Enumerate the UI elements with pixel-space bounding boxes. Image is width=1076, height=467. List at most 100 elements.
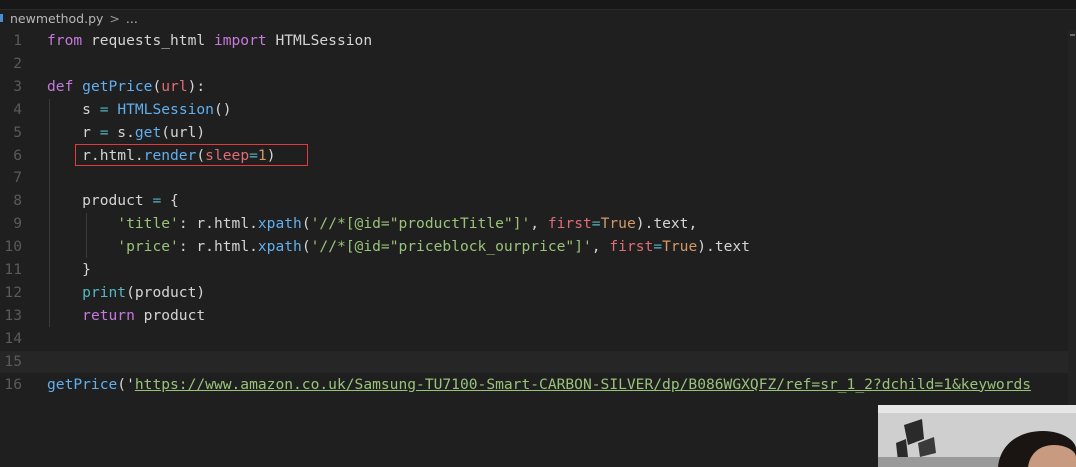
breadcrumb-separator: > (109, 11, 120, 26)
code-line[interactable]: 12 print(product) (0, 282, 1068, 305)
code-line[interactable]: 15 (0, 350, 1068, 374)
code-token: ): (187, 77, 206, 95)
code-token: (product) (126, 283, 206, 301)
webcam-overlay (878, 405, 1076, 467)
scrollbar-marker (1070, 34, 1075, 36)
code-line[interactable]: 6 r.html.render(sleep=1) (0, 145, 1068, 168)
code-editor[interactable]: 1 from requests_html import HTMLSession 2 3… (0, 30, 1068, 467)
code-token: sleep (205, 146, 250, 164)
editor-tab-strip (0, 0, 1076, 10)
code-line[interactable]: 14 (0, 328, 1068, 351)
line-number: 1 (13, 32, 22, 49)
line-number: 4 (13, 100, 22, 118)
line-number: 13 (4, 306, 22, 324)
code-line[interactable]: 3 def getPrice(url): (0, 76, 1068, 99)
line-number: 9 (13, 215, 22, 233)
code-token: True (662, 238, 698, 256)
line-number: 7 (13, 169, 22, 187)
code-text[interactable]: print(product) (47, 282, 205, 305)
code-token: , (591, 238, 610, 256)
code-token: 'title' (117, 215, 179, 233)
code-line[interactable]: 8 product = { (0, 190, 1068, 213)
code-token: https://www.amazon.co.uk/Samsung-TU7100-… (134, 375, 1032, 393)
code-token: import (213, 32, 267, 49)
code-token: from (47, 32, 83, 49)
code-token: HTMLSession (117, 100, 214, 118)
code-text[interactable]: getPrice('https://www.amazon.co.uk/Samsu… (47, 374, 1031, 397)
breadcrumb-file[interactable]: newmethod.py (10, 11, 103, 26)
python-file-icon (0, 11, 7, 23)
line-number: 5 (13, 123, 22, 141)
code-text[interactable]: product = { (47, 190, 179, 213)
line-number: 2 (13, 54, 22, 72)
code-text[interactable]: 'title': r.html.xpath('//*[@id="productT… (47, 213, 697, 236)
line-number: 12 (4, 283, 22, 301)
code-line[interactable]: 4 s = HTMLSession() (0, 99, 1068, 122)
vertical-scrollbar[interactable] (1068, 30, 1076, 467)
code-token: { (161, 192, 179, 210)
line-number: 15 (4, 352, 22, 370)
line-number: 11 (4, 261, 22, 278)
line-number: 3 (13, 77, 22, 95)
indent-guide (49, 99, 50, 327)
breadcrumb-trail[interactable]: ... (126, 11, 138, 26)
code-token: 1 (257, 146, 267, 164)
code-token: (' (117, 375, 135, 393)
code-text[interactable]: return product (47, 305, 205, 328)
code-line[interactable]: 10 'price': r.html.xpath('//*[@id="price… (0, 236, 1068, 259)
line-number: 10 (4, 238, 22, 256)
code-token: r.html. (47, 146, 144, 164)
code-token: () (213, 100, 232, 118)
code-text[interactable]: r = s.get(url) (47, 122, 205, 145)
code-text[interactable]: 'price': r.html.xpath('//*[@id="priceblo… (47, 236, 750, 259)
code-token: xpath (257, 238, 302, 256)
code-line[interactable]: 9 'title': r.html.xpath('//*[@id="produc… (0, 213, 1068, 236)
code-token: first (547, 215, 592, 233)
code-text[interactable]: } (47, 259, 91, 282)
code-token: r (47, 123, 100, 141)
code-token: = (249, 146, 258, 164)
code-line[interactable]: 11 } (0, 259, 1068, 282)
code-token: = (591, 215, 601, 233)
code-token: } (47, 261, 91, 278)
line-number: 6 (13, 146, 22, 164)
code-token: product (134, 306, 206, 324)
code-token: = (653, 238, 663, 256)
code-text[interactable]: def getPrice(url): (47, 76, 205, 99)
code-token: xpath (257, 215, 302, 233)
code-token: getPrice (47, 375, 118, 393)
code-token: ) (266, 146, 276, 164)
code-token: print (82, 283, 127, 301)
code-text[interactable]: from requests_html import HTMLSession (47, 30, 372, 53)
code-token: s (47, 100, 100, 118)
code-token: : r.html. (178, 215, 258, 233)
code-text[interactable]: s = HTMLSession() (47, 99, 232, 122)
code-line[interactable]: 1 from requests_html import HTMLSession (0, 30, 1068, 53)
code-line[interactable]: 5 r = s.get(url) (0, 122, 1068, 145)
code-token: def (47, 77, 74, 95)
code-line[interactable]: 16 getPrice('https://www.amazon.co.uk/Sam… (0, 374, 1068, 397)
code-token: ( (301, 238, 311, 256)
code-text[interactable]: r.html.render(sleep=1) (47, 145, 276, 168)
code-token: product (47, 192, 153, 210)
code-token: : r.html. (178, 238, 258, 256)
code-line[interactable]: 2 (0, 53, 1068, 76)
code-token: ( (152, 77, 162, 95)
code-token: True (600, 215, 636, 233)
code-line[interactable]: 7 (0, 167, 1068, 190)
code-token: s. (108, 123, 135, 141)
code-line[interactable]: 13 return product (0, 305, 1068, 328)
code-token: requests_html (82, 32, 214, 49)
code-token: '//*[@id="productTitle"]' (310, 215, 531, 233)
line-number: 16 (4, 375, 22, 393)
breadcrumb: newmethod.py > ... (0, 10, 1076, 28)
code-token: getPrice (82, 77, 153, 95)
code-token: first (609, 238, 654, 256)
code-token: = (99, 100, 109, 118)
indent-guide (86, 213, 87, 258)
code-token: ( (196, 146, 206, 164)
